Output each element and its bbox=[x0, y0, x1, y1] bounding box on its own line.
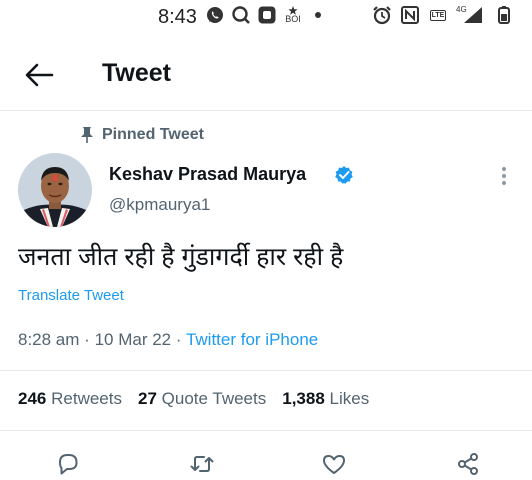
signal-icon: 4G bbox=[456, 5, 486, 25]
retweet-icon bbox=[190, 456, 214, 472]
likes-stat[interactable]: 1,388 Likes bbox=[282, 389, 369, 409]
alarm-icon bbox=[372, 5, 392, 25]
stats-divider bbox=[0, 430, 532, 431]
header-divider bbox=[0, 110, 532, 111]
more-icon bbox=[502, 167, 506, 185]
tweet-meta: 8:28 am · 10 Mar 22 · Twitter for iPhone bbox=[18, 330, 318, 350]
like-icon bbox=[323, 455, 345, 474]
reply-button[interactable] bbox=[54, 450, 82, 478]
search-icon bbox=[231, 5, 251, 25]
pinned-indicator: Pinned Tweet bbox=[80, 126, 204, 144]
like-button[interactable] bbox=[320, 450, 348, 478]
status-icons-right: LTE 4G bbox=[372, 5, 514, 25]
meta-separator: · bbox=[175, 330, 182, 349]
tweet-time: 8:28 am bbox=[18, 330, 80, 349]
author-name[interactable]: Keshav Prasad Maurya bbox=[109, 164, 306, 185]
status-icons-left: BOI bbox=[205, 5, 329, 25]
quote-tweets-stat[interactable]: 27 Quote Tweets bbox=[138, 389, 266, 409]
tweet-date[interactable]: 10 Mar 22 bbox=[95, 330, 172, 349]
header: Tweet bbox=[0, 50, 532, 100]
tweet-text: जनता जीत रही है गुंडागर्दी हार रही है bbox=[18, 243, 344, 271]
verified-icon bbox=[335, 166, 353, 184]
page-title: Tweet bbox=[102, 59, 171, 87]
action-bar bbox=[0, 450, 532, 480]
translate-tweet-link[interactable]: Translate Tweet bbox=[18, 287, 124, 304]
app-icon bbox=[257, 5, 277, 25]
volte-icon: LTE bbox=[429, 9, 447, 21]
more-button[interactable] bbox=[496, 164, 512, 188]
nfc-icon bbox=[400, 5, 420, 25]
notification-dot-icon bbox=[315, 12, 321, 18]
battery-icon bbox=[494, 5, 514, 25]
tweet-source[interactable]: Twitter for iPhone bbox=[186, 330, 318, 349]
share-button[interactable] bbox=[454, 450, 482, 478]
reply-icon bbox=[59, 454, 78, 475]
pin-icon bbox=[81, 127, 93, 143]
author-handle[interactable]: @kpmaurya1 bbox=[109, 195, 210, 215]
retweets-stat[interactable]: 246 Retweets bbox=[18, 389, 122, 409]
status-time: 8:43 bbox=[158, 6, 197, 28]
whatsapp-icon bbox=[205, 5, 225, 25]
retweet-button[interactable] bbox=[188, 450, 216, 478]
share-icon bbox=[458, 453, 478, 475]
meta-divider bbox=[0, 370, 532, 371]
back-button[interactable] bbox=[22, 60, 56, 90]
avatar[interactable] bbox=[18, 153, 92, 227]
back-arrow-icon bbox=[25, 63, 54, 87]
meta-separator: · bbox=[84, 330, 90, 349]
boi-icon: BOI bbox=[283, 5, 303, 25]
status-bar: 8:43 BOI LTE 4G bbox=[0, 0, 532, 34]
tweet-stats: 246 Retweets 27 Quote Tweets 1,388 Likes bbox=[18, 389, 369, 409]
pinned-label: Pinned Tweet bbox=[102, 126, 204, 143]
